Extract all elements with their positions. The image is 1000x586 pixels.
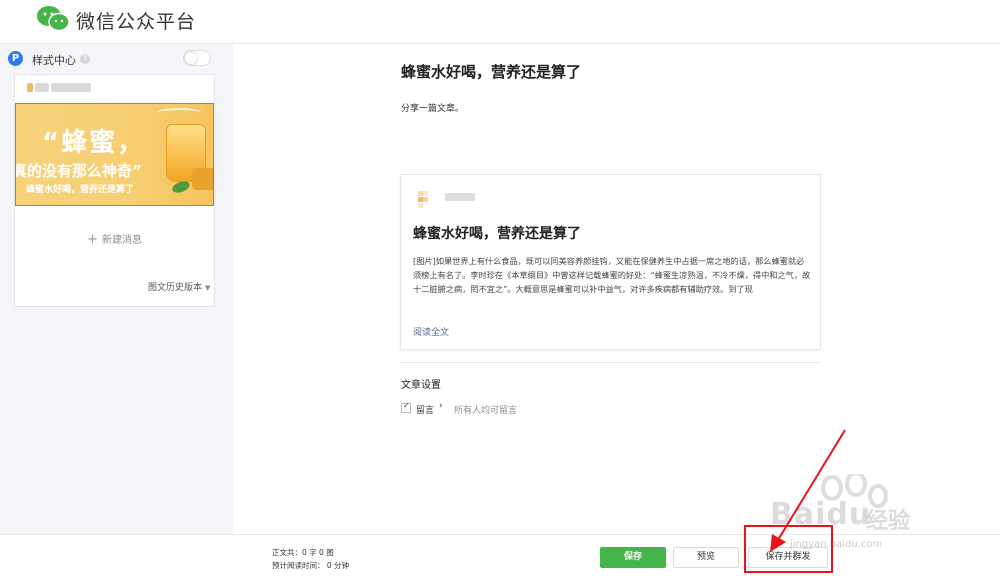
editor-main: 蜂蜜水好喝，营养还是算了 分享一篇文章。 蜂蜜水好喝，营养还是算了 [图片]如果… [233, 44, 1000, 534]
article-title[interactable]: 蜂蜜水好喝，营养还是算了 [401, 61, 581, 82]
top-header: 微信公众平台 [0, 0, 1000, 44]
cover-sub-text: 真的没有那么神奇” [15, 162, 142, 180]
card-article-excerpt: [图片]如果世界上有什么食品，既可以同美容养颜挂钩，又能在保健养生中占据一席之地… [413, 256, 811, 295]
account-avatar-blurred [418, 191, 428, 209]
article-cover-thumbnail[interactable]: “蜂蜜， 真的没有那么神奇” 蜂蜜水好喝，营养还是算了 [15, 103, 214, 206]
style-center-p-icon: P [8, 51, 23, 66]
article-settings-title: 文章设置 [401, 380, 441, 391]
word-count-text: 正文共：0 字 0 图 [272, 548, 334, 557]
comment-label[interactable]: 留言 [416, 403, 434, 416]
new-message-label: 新建消息 [101, 235, 142, 246]
style-center-label: 样式中心 [32, 54, 76, 67]
caret-down-icon: ▼ [205, 284, 211, 292]
account-name-blurred [445, 193, 475, 201]
cover-title-text: 蜂蜜水好喝，营养还是算了 [26, 185, 135, 195]
left-sidebar: P 样式中心 ? “蜂蜜， 真的没有那么神奇” 蜂蜜水好喝，营养还是算了 + 新建… [0, 44, 233, 534]
jingyan-watermark-text: 经验 [866, 509, 911, 534]
toggle-knob [185, 52, 197, 64]
plus-icon: + [87, 232, 98, 247]
style-center-toggle[interactable] [183, 50, 211, 66]
history-version-label: 图文历史版本 [148, 283, 203, 293]
platform-title[interactable]: 微信公众平台 [76, 7, 196, 34]
card-article-title: 蜂蜜水好喝，营养还是算了 [413, 226, 581, 242]
annotation-highlight-box [744, 525, 833, 573]
new-message-button[interactable]: + 新建消息 [15, 231, 214, 247]
preview-button[interactable]: 预览 [673, 547, 739, 568]
save-button[interactable]: 保存 [600, 547, 666, 568]
read-time-text: 预计阅读时间： 0 分钟 [272, 561, 350, 570]
section-divider [400, 362, 821, 363]
help-icon[interactable]: ? [80, 54, 90, 64]
comment-checkbox[interactable] [401, 401, 411, 413]
history-version-dropdown[interactable]: 图文历史版本 ▼ [148, 280, 210, 293]
cover-quote-text: “蜂蜜， [42, 128, 146, 158]
account-name-blurred [27, 83, 91, 93]
wechat-logo-icon [37, 6, 70, 32]
style-center-row: P 样式中心 ? [8, 50, 214, 70]
read-more-link[interactable]: 阅读全文 [413, 325, 449, 338]
honeycomb-image [192, 168, 213, 190]
article-list-card: “蜂蜜， 真的没有那么神奇” 蜂蜜水好喝，营养还是算了 + 新建消息 [14, 74, 215, 307]
shared-article-card: 蜂蜜水好喝，营养还是算了 [图片]如果世界上有什么食品，既可以同美容养颜挂钩，又… [400, 174, 821, 350]
chevron-right-icon[interactable]: › [439, 401, 443, 411]
article-description[interactable]: 分享一篇文章。 [401, 101, 464, 114]
steam-decoration [156, 108, 202, 118]
article-stats: 正文共：0 字 0 图 预计阅读时间： 0 分钟 [272, 546, 349, 572]
comment-permission-value: 所有人均可留言 [454, 406, 518, 416]
